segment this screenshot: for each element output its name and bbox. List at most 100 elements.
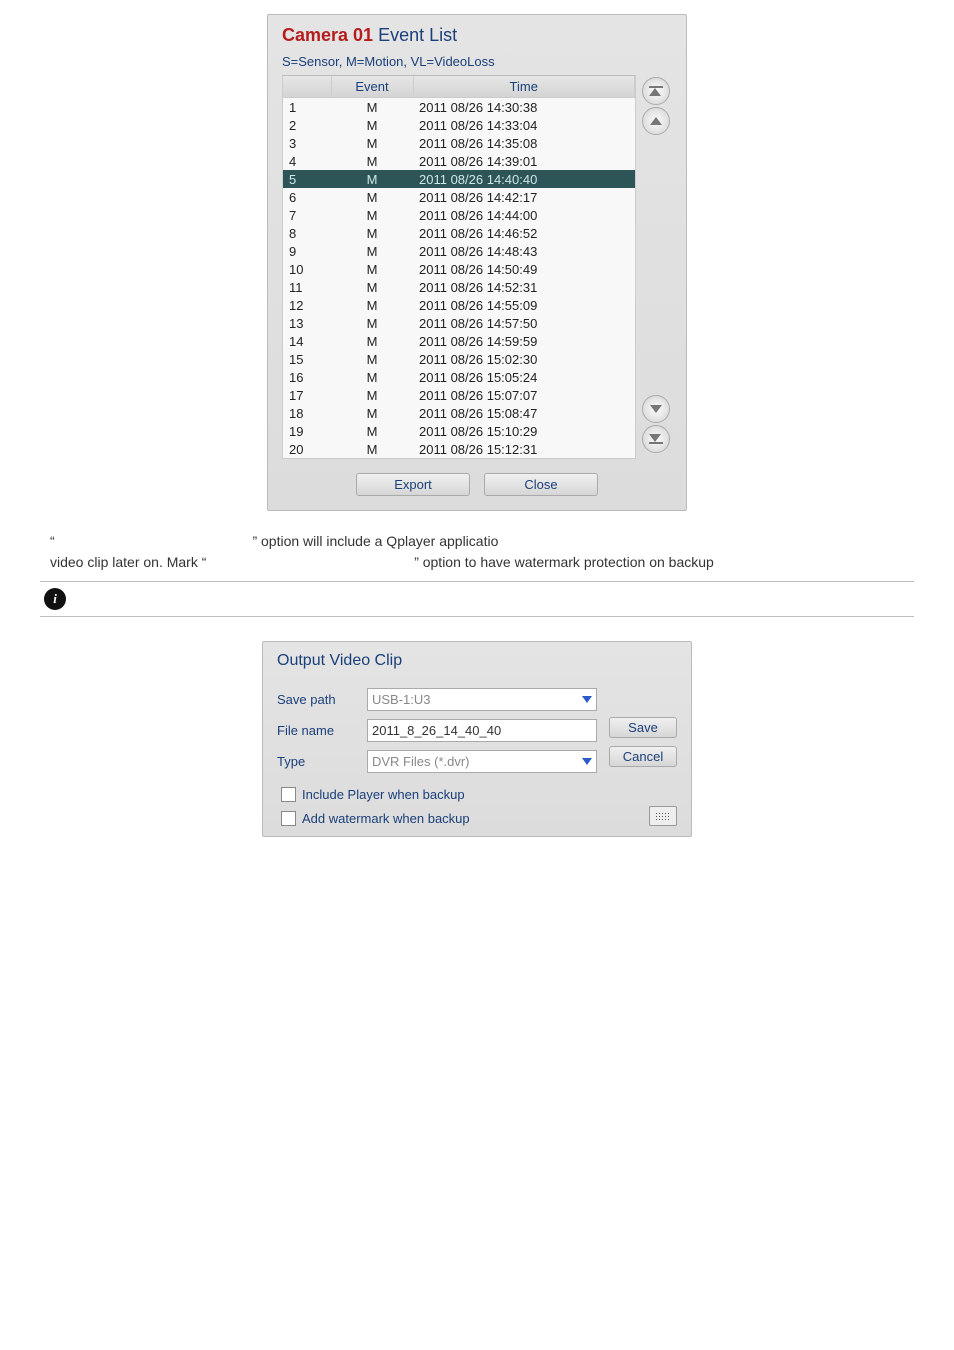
row-time: 2011 08/26 14:33:04	[413, 116, 635, 134]
row-index: 17	[283, 386, 331, 404]
row-event: M	[331, 134, 413, 152]
row-time: 2011 08/26 14:48:43	[413, 242, 635, 260]
row-index: 14	[283, 332, 331, 350]
row-event: M	[331, 206, 413, 224]
scroll-down-button[interactable]	[642, 395, 670, 423]
row-time: 2011 08/26 14:57:50	[413, 314, 635, 332]
row-event: M	[331, 152, 413, 170]
info-icon: i	[44, 588, 66, 610]
row-time: 2011 08/26 14:46:52	[413, 224, 635, 242]
export-button[interactable]: Export	[356, 473, 470, 496]
row-event: M	[331, 296, 413, 314]
table-row[interactable]: 19M2011 08/26 15:10:29	[283, 422, 635, 440]
table-row[interactable]: 13M2011 08/26 14:57:50	[283, 314, 635, 332]
keyboard-icon[interactable]	[649, 806, 677, 826]
row-event: M	[331, 260, 413, 278]
row-time: 2011 08/26 14:50:49	[413, 260, 635, 278]
table-row[interactable]: 3M2011 08/26 14:35:08	[283, 134, 635, 152]
event-table-header-blank	[283, 76, 331, 98]
doc-paragraph: “ ” option will include a Qplayer applic…	[50, 531, 904, 573]
row-index: 3	[283, 134, 331, 152]
table-row[interactable]: 6M2011 08/26 14:42:17	[283, 188, 635, 206]
table-row[interactable]: 20M2011 08/26 15:12:31	[283, 440, 635, 458]
row-time: 2011 08/26 15:05:24	[413, 368, 635, 386]
table-row[interactable]: 4M2011 08/26 14:39:01	[283, 152, 635, 170]
include-player-checkbox[interactable]	[281, 787, 296, 802]
row-time: 2011 08/26 14:55:09	[413, 296, 635, 314]
event-scroll-buttons	[642, 75, 672, 455]
event-table-header-event[interactable]: Event	[331, 76, 413, 98]
row-time: 2011 08/26 14:42:17	[413, 188, 635, 206]
table-row[interactable]: 7M2011 08/26 14:44:00	[283, 206, 635, 224]
row-event: M	[331, 314, 413, 332]
table-row[interactable]: 9M2011 08/26 14:48:43	[283, 242, 635, 260]
save-path-select[interactable]: USB-1:U3	[367, 688, 597, 711]
event-list-title: Camera 01 Event List	[282, 25, 672, 46]
row-index: 18	[283, 404, 331, 422]
save-button[interactable]: Save	[609, 717, 677, 738]
event-legend: S=Sensor, M=Motion, VL=VideoLoss	[282, 54, 672, 69]
table-row[interactable]: 5M2011 08/26 14:40:40	[283, 170, 635, 188]
row-event: M	[331, 170, 413, 188]
include-player-label: Include Player when backup	[302, 787, 465, 802]
para-text-2a: video clip later on. Mark “	[50, 554, 206, 570]
table-row[interactable]: 2M2011 08/26 14:33:04	[283, 116, 635, 134]
row-index: 20	[283, 440, 331, 458]
row-index: 10	[283, 260, 331, 278]
file-name-input[interactable]: 2011_8_26_14_40_40	[367, 719, 597, 742]
file-name-value: 2011_8_26_14_40_40	[372, 723, 501, 738]
save-path-label: Save path	[277, 692, 357, 707]
add-watermark-label: Add watermark when backup	[302, 811, 470, 826]
table-row[interactable]: 18M2011 08/26 15:08:47	[283, 404, 635, 422]
row-time: 2011 08/26 15:07:07	[413, 386, 635, 404]
row-event: M	[331, 116, 413, 134]
row-event: M	[331, 368, 413, 386]
scroll-up-button[interactable]	[642, 107, 670, 135]
output-video-clip-panel: Output Video Clip Save path USB-1:U3 Fil…	[262, 641, 692, 837]
row-index: 7	[283, 206, 331, 224]
table-row[interactable]: 1M2011 08/26 14:30:38	[283, 98, 635, 117]
row-time: 2011 08/26 15:02:30	[413, 350, 635, 368]
para-quote-open-1: “	[50, 533, 55, 549]
scroll-top-button[interactable]	[642, 77, 670, 105]
row-event: M	[331, 422, 413, 440]
table-row[interactable]: 11M2011 08/26 14:52:31	[283, 278, 635, 296]
cancel-button[interactable]: Cancel	[609, 746, 677, 767]
close-button[interactable]: Close	[484, 473, 598, 496]
row-event: M	[331, 224, 413, 242]
row-time: 2011 08/26 15:12:31	[413, 440, 635, 458]
table-row[interactable]: 12M2011 08/26 14:55:09	[283, 296, 635, 314]
row-time: 2011 08/26 14:44:00	[413, 206, 635, 224]
row-event: M	[331, 242, 413, 260]
table-row[interactable]: 8M2011 08/26 14:46:52	[283, 224, 635, 242]
row-index: 16	[283, 368, 331, 386]
table-row[interactable]: 10M2011 08/26 14:50:49	[283, 260, 635, 278]
row-index: 8	[283, 224, 331, 242]
row-time: 2011 08/26 14:40:40	[413, 170, 635, 188]
file-name-label: File name	[277, 723, 357, 738]
table-row[interactable]: 14M2011 08/26 14:59:59	[283, 332, 635, 350]
row-time: 2011 08/26 14:30:38	[413, 98, 635, 117]
table-row[interactable]: 15M2011 08/26 15:02:30	[283, 350, 635, 368]
row-event: M	[331, 188, 413, 206]
row-event: M	[331, 350, 413, 368]
row-time: 2011 08/26 14:59:59	[413, 332, 635, 350]
row-index: 19	[283, 422, 331, 440]
para-text-2b: ” option to have watermark protection on…	[414, 554, 714, 570]
type-label: Type	[277, 754, 357, 769]
type-value: DVR Files (*.dvr)	[372, 754, 470, 769]
table-row[interactable]: 17M2011 08/26 15:07:07	[283, 386, 635, 404]
row-index: 13	[283, 314, 331, 332]
table-row[interactable]: 16M2011 08/26 15:05:24	[283, 368, 635, 386]
scroll-bottom-button[interactable]	[642, 425, 670, 453]
event-list-title-red: Camera 01	[282, 25, 373, 45]
type-select[interactable]: DVR Files (*.dvr)	[367, 750, 597, 773]
row-time: 2011 08/26 14:52:31	[413, 278, 635, 296]
row-time: 2011 08/26 14:35:08	[413, 134, 635, 152]
add-watermark-checkbox[interactable]	[281, 811, 296, 826]
row-index: 15	[283, 350, 331, 368]
chevron-down-icon	[582, 758, 592, 765]
save-path-value: USB-1:U3	[372, 692, 431, 707]
row-time: 2011 08/26 14:39:01	[413, 152, 635, 170]
event-table-header-time[interactable]: Time	[413, 76, 635, 98]
